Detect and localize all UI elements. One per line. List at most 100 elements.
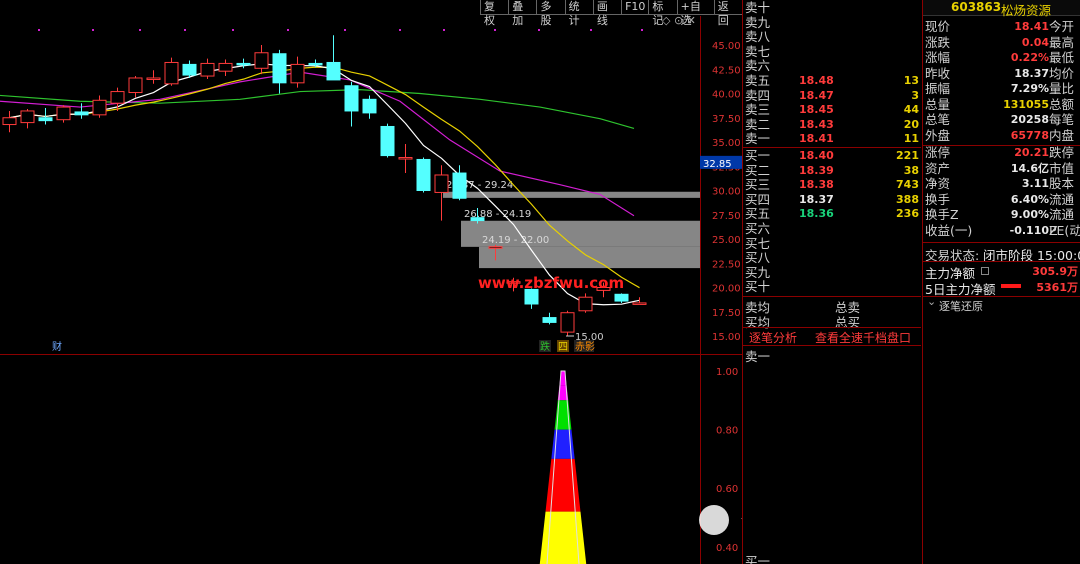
buy-order-row[interactable]: 买四 18.37 388 <box>743 192 921 207</box>
sell-order-row[interactable]: 卖十 <box>743 0 921 15</box>
indicator-band-5 <box>539 511 587 564</box>
top-marker-dot-7 <box>399 29 401 31</box>
chart-toolbar: 复权 叠加 多股 统计 画线 F10 标记 +自选 返回 <box>480 0 742 27</box>
buy-order-row[interactable]: 买七 <box>743 236 921 251</box>
toolbar-button-8[interactable]: 返回 <box>713 0 742 27</box>
sell-order-label: 卖二 <box>745 116 771 132</box>
price-axis-tick-1: 42.50 <box>712 65 741 76</box>
buy-order-row[interactable]: 买八 <box>743 250 921 265</box>
info-label: 换手 <box>925 191 951 207</box>
order-book-separator-3 <box>743 327 921 328</box>
buy-order-volume: 236 <box>896 207 919 221</box>
info-row: 昨收 18.37 均价 <box>923 66 1080 82</box>
tick-analysis-link[interactable]: 逐笔分析 <box>749 329 797 346</box>
current-price-tag: 32.85 <box>703 159 732 170</box>
toolbar-button-7[interactable]: +自选 <box>676 0 714 27</box>
stock-name: 松炀资源 <box>1001 3 1052 18</box>
sell-order-row[interactable]: 卖二 18.43 20 <box>743 117 921 132</box>
toolbar-button-5[interactable]: F10 <box>621 0 649 15</box>
toolbar-button-2[interactable]: 多股 <box>536 0 565 27</box>
sell-order-row[interactable]: 卖五 18.48 13 <box>743 73 921 88</box>
top-marker-dot-9 <box>494 29 496 31</box>
buy-order-volume: 221 <box>896 149 919 162</box>
candle-body-12 <box>218 62 233 72</box>
candle-body-8 <box>146 77 161 80</box>
buy-order-row[interactable]: 买三 18.38 743 <box>743 177 921 192</box>
info-row: 换手Z 9.00% 流通Z <box>923 207 1080 238</box>
buy-order-row[interactable]: 买六 <box>743 221 921 236</box>
info-label-2: 股本 <box>1049 176 1075 191</box>
sell-order-row[interactable]: 卖八 <box>743 29 921 44</box>
info-separator-4 <box>923 296 1080 297</box>
candle-body-30 <box>542 317 557 323</box>
sell-order-row[interactable]: 卖六 <box>743 58 921 73</box>
toolbar-button-3[interactable]: 统计 <box>564 0 593 27</box>
tick-restore-tab[interactable]: 逐笔还原 <box>939 298 983 314</box>
info-label-2: 每笔 <box>1049 112 1075 127</box>
toolbar-button-0[interactable]: 复权 <box>480 0 509 27</box>
info-label: 现价 <box>925 19 951 34</box>
info-row: 资产 14.6亿 市值 <box>923 161 1080 177</box>
buy-order-row[interactable]: 买五 18.36 236 <box>743 206 921 221</box>
sell-order-row[interactable]: 卖四 18.47 3 <box>743 88 921 103</box>
kline-chart[interactable]: 29.87 - 29.2426.88 - 24.1924.19 - 22.004… <box>0 0 999 564</box>
toolbar-button-6[interactable]: 标记 <box>648 0 677 27</box>
sell-order-row[interactable]: 卖一 18.41 11 <box>743 131 921 146</box>
info-label: 涨跌 <box>925 34 951 50</box>
info-label-2: 内盘 <box>1049 127 1075 143</box>
toolbar-button-1[interactable]: 叠加 <box>508 0 537 27</box>
buy-order-price: 18.37 <box>799 192 834 206</box>
sell-order-volume: 3 <box>911 88 919 102</box>
price-axis-tick-9: 22.50 <box>712 259 741 270</box>
sell-order-row[interactable]: 卖七 <box>743 44 921 59</box>
chevron-down-icon[interactable]: ⌄ <box>927 295 936 308</box>
sell-order-label: 卖七 <box>745 43 771 59</box>
price-axis-tick-6: 30.00 <box>712 187 741 198</box>
sell-order-row[interactable]: 卖三 18.45 44 <box>743 102 921 117</box>
buy-order-price: 18.36 <box>799 207 834 221</box>
info-row: 外盘 65778 内盘 <box>923 128 1080 144</box>
full-book-link[interactable]: 查看全速千档盘口 <box>815 329 911 346</box>
lower-buy1-label: 买一 <box>745 554 771 564</box>
top-marker-dot-12 <box>641 29 643 31</box>
sell-order-label: 卖六 <box>745 58 771 74</box>
price-axis-tick-3: 37.50 <box>712 114 741 125</box>
sell-order-volume: 11 <box>903 132 919 146</box>
candle-body-14 <box>254 52 269 69</box>
toolbar-button-4[interactable]: 画线 <box>592 0 622 27</box>
info-label: 资产 <box>925 160 951 176</box>
candle-body-19 <box>344 85 359 112</box>
bottom-tag-1: 四 <box>558 342 568 353</box>
indicator-axis-tick-0: 1.00 <box>716 367 738 378</box>
info-row: 振幅 7.29% 量比 <box>923 81 1080 97</box>
info-label: 总笔 <box>925 112 951 127</box>
info-label-2: 量比 <box>1049 81 1075 96</box>
sell-order-row[interactable]: 卖九 <box>743 15 921 30</box>
info-value: 18.41 <box>1014 20 1049 33</box>
info-value: 3.11 <box>1021 177 1049 190</box>
kline-chart-panel[interactable]: 29.87 - 29.24 26.88 - 24.19 24.19 - 22.00 4… <box>0 0 999 564</box>
price-axis-tick-7: 27.50 <box>712 211 741 222</box>
candle-body-34 <box>614 293 629 302</box>
sell-order-label: 卖五 <box>745 73 771 88</box>
window-icons[interactable]: ◇ ⊙ ✕ <box>662 14 696 27</box>
buy-order-row[interactable]: 买九 <box>743 265 921 280</box>
bottom-tag-0: 跌 <box>540 340 550 353</box>
buy-order-label: 买一 <box>745 148 771 163</box>
order-book-panel: 卖十 卖九 卖八 卖七 卖六 卖五 18.48 13 卖四 18.47 3 卖三 18.45 44 卖二 18… <box>742 0 922 564</box>
candle-body-20 <box>362 98 377 114</box>
candle-body-18 <box>326 61 341 81</box>
candle-body-4 <box>74 111 89 116</box>
candle-body-3 <box>56 106 71 121</box>
buy-order-row[interactable]: 买二 18.39 38 <box>743 163 921 178</box>
info-label: 净资 <box>925 176 951 191</box>
candle-body-25 <box>452 172 467 199</box>
finance-tag: 财 <box>52 340 62 353</box>
buy-order-row[interactable]: 买一 18.40 221 <box>743 148 921 163</box>
info-row: 净资 3.11 股本 <box>923 176 1080 192</box>
candle-body-24 <box>434 174 449 193</box>
sell-order-label: 卖十 <box>745 0 771 15</box>
candle-body-2 <box>38 117 53 122</box>
buy-order-row[interactable]: 买十 <box>743 279 921 294</box>
sell-order-label: 卖四 <box>745 87 771 103</box>
